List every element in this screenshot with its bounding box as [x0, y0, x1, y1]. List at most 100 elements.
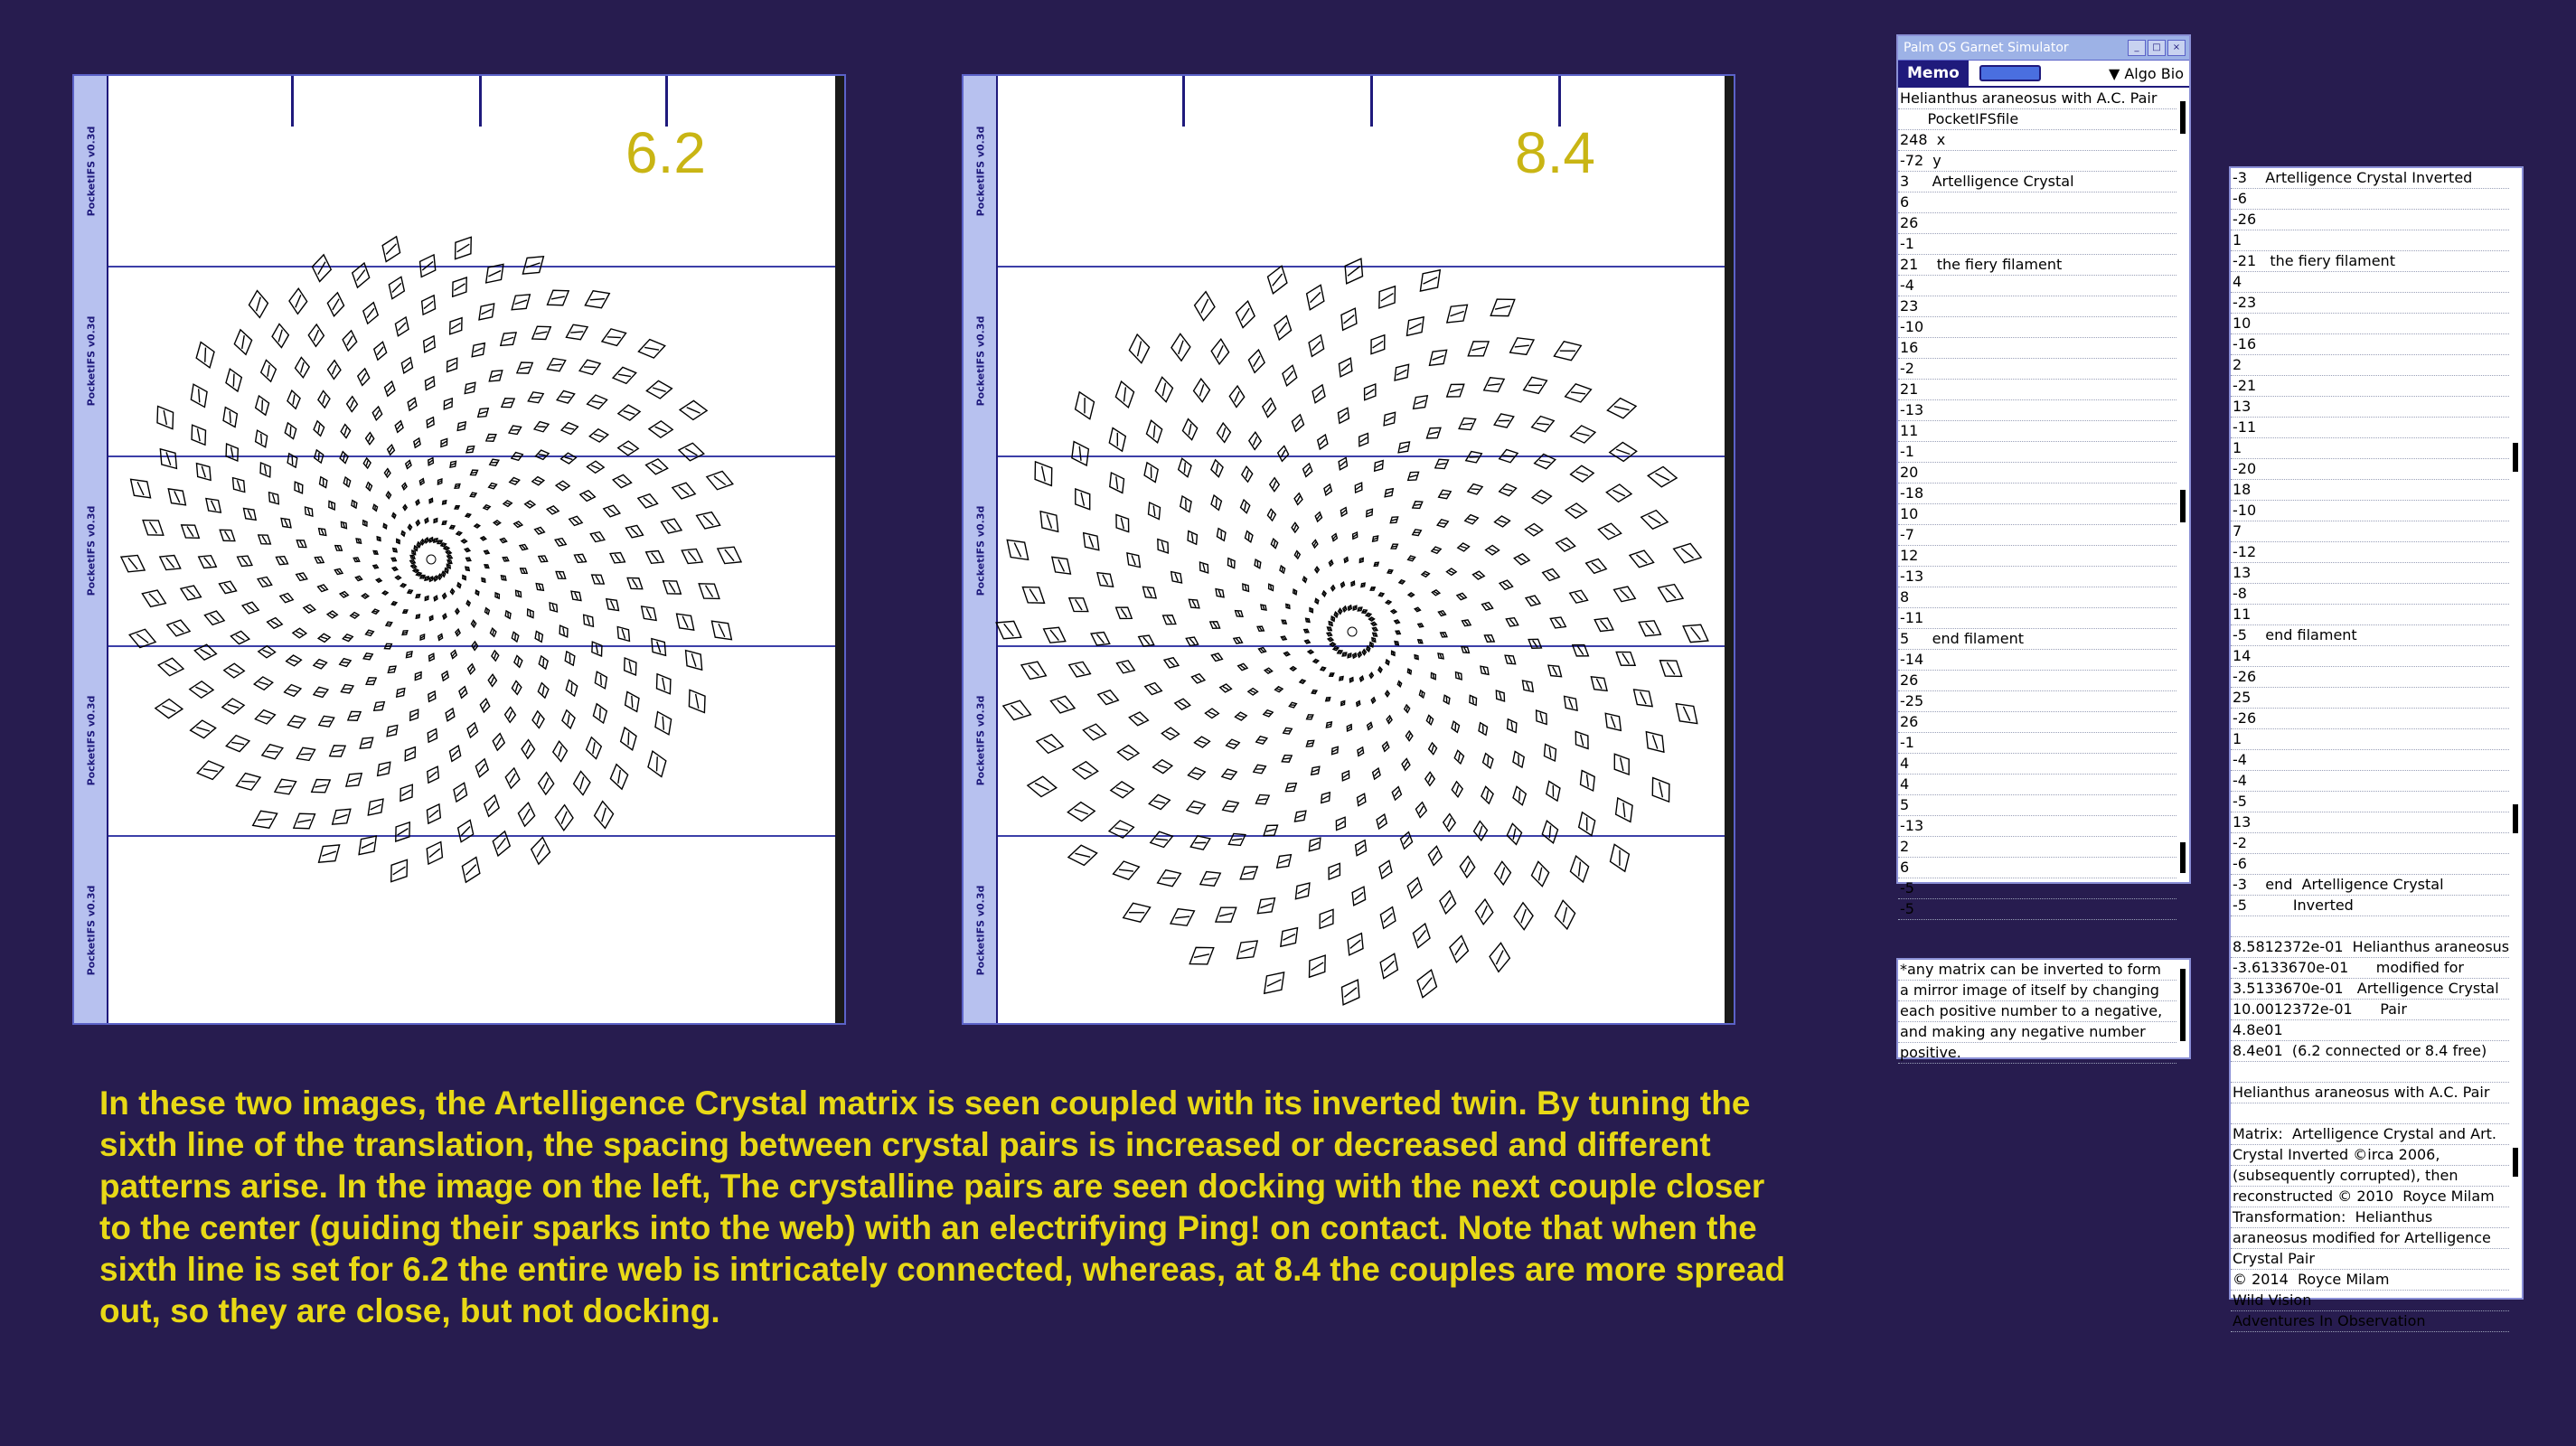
crystal-mark	[491, 649, 500, 662]
crystal-mark	[395, 538, 400, 545]
scroll-thumb[interactable]	[2180, 969, 2186, 1041]
crystal-mark	[437, 633, 444, 642]
crystal-mark	[441, 499, 447, 505]
crystal-mark	[428, 615, 434, 622]
crystal-mark	[401, 629, 409, 636]
crystal-mark	[1329, 642, 1337, 647]
memo-line: and making any negative number	[1898, 1022, 2176, 1043]
memo-line: 4	[2231, 272, 2509, 293]
crystal-mark	[1180, 494, 1192, 513]
note-lines[interactable]: *any matrix can be inverted to form a mir…	[1898, 960, 2176, 1064]
crystal-mark	[644, 458, 669, 475]
crystal-mark	[450, 649, 458, 660]
category-selector[interactable]: ▼ Algo Bio	[2109, 65, 2184, 82]
crystal-mark	[1137, 634, 1155, 647]
crystal-mark	[273, 778, 297, 795]
crystal-mark	[1281, 619, 1288, 624]
scroll-thumb[interactable]	[2180, 101, 2186, 134]
memo-line: -4	[2231, 771, 2509, 792]
scroll-thumb[interactable]	[2180, 842, 2186, 873]
scroll-thumb[interactable]	[2513, 1148, 2518, 1177]
memo-line: Transformation: Helianthus	[2231, 1207, 2509, 1228]
scroll-thumb[interactable]	[2180, 490, 2186, 522]
crystal-mark	[1390, 650, 1396, 657]
scrollbar[interactable]	[2178, 92, 2187, 878]
crystal-mark	[1293, 810, 1307, 822]
crystal-mark	[508, 476, 521, 486]
crystal-mark	[257, 534, 272, 545]
crystal-mark	[1437, 653, 1444, 660]
memo-line: Crystal Inverted ©irca 2006,	[2231, 1145, 2509, 1166]
crystal-mark	[1638, 620, 1662, 637]
scroll-thumb[interactable]	[2513, 804, 2518, 833]
crystal-mark	[394, 419, 404, 434]
crystal-mark	[221, 698, 246, 715]
crystal-mark	[225, 443, 240, 463]
crystal-mark	[1225, 738, 1241, 750]
memo-lines[interactable]: Helianthus araneosus with A.C. Pair Pock…	[1898, 89, 2176, 920]
crystal-mark	[616, 440, 640, 456]
memo-line: 5 end filament	[1898, 629, 2176, 650]
maximize-icon[interactable]: □	[2148, 40, 2166, 56]
crystal-mark	[1577, 811, 1596, 837]
crystal-mark	[1394, 640, 1400, 646]
scrollbar[interactable]	[2178, 963, 2187, 1054]
crystal-mark	[1371, 626, 1379, 632]
crystal-mark	[484, 606, 491, 615]
crystal-mark	[1521, 680, 1535, 693]
crystal-mark	[487, 482, 498, 490]
crystal-mark	[1210, 338, 1230, 366]
crystal-mark	[1288, 701, 1298, 709]
crystal-mark	[586, 394, 608, 410]
memo-line: -6	[2231, 854, 2509, 875]
crystal-mark	[222, 662, 246, 679]
crystal-mark	[1075, 487, 1091, 511]
crystal-mark	[1192, 377, 1211, 403]
crystal-mark	[1651, 776, 1670, 803]
scroll-edge[interactable]	[835, 76, 844, 1023]
crystal-mark	[564, 650, 576, 667]
crystal-mark	[594, 671, 608, 690]
crystal-mark	[325, 610, 339, 619]
minimize-icon[interactable]: _	[2128, 40, 2146, 56]
memo-lines[interactable]: -3 Artelligence Crystal Inverted -6 -26 1 -2…	[2231, 168, 2509, 1332]
crystal-mark	[445, 707, 456, 722]
scroll-thumb[interactable]	[2513, 443, 2518, 472]
crystal-mark	[340, 683, 355, 694]
crystal-mark	[456, 581, 462, 589]
crystal-mark	[1415, 801, 1428, 819]
memo-line: Matrix: Artelligence Crystal and Art.	[2231, 1124, 2509, 1145]
crystal-mark	[499, 332, 518, 347]
crystal-mark	[1282, 364, 1298, 388]
crystal-mark	[554, 803, 574, 832]
crystal-mark	[448, 744, 462, 763]
memo-line: 6	[1898, 192, 2176, 213]
memo-line: 8.5812372e-01 Helianthus araneosus	[2231, 937, 2509, 958]
crystal-mark	[401, 609, 409, 615]
crystal-mark	[716, 546, 743, 565]
crystal-mark	[1498, 448, 1519, 464]
crystal-mark	[260, 743, 285, 760]
crystal-mark	[287, 715, 307, 729]
crystal-mark	[280, 517, 292, 529]
crystal-mark	[1351, 652, 1358, 660]
scroll-edge[interactable]	[1725, 76, 1734, 1023]
crystal-mark	[275, 555, 289, 566]
crystal-mark	[351, 261, 371, 289]
close-icon[interactable]: ×	[2167, 40, 2186, 56]
crystal-mark	[1208, 621, 1221, 630]
crystal-mark	[471, 342, 486, 358]
scrollbar[interactable]	[2511, 172, 2520, 1296]
crystal-mark	[514, 589, 522, 598]
crystal-mark	[1338, 357, 1353, 378]
crystal-mark	[339, 450, 349, 465]
crystal-mark	[167, 488, 187, 506]
memo-tab[interactable]: Memo	[1898, 61, 1969, 86]
crystal-mark	[343, 475, 352, 488]
crystal-mark	[1439, 889, 1457, 915]
crystal-mark	[1451, 720, 1461, 734]
crystal-mark	[1480, 665, 1490, 676]
crystal-mark	[296, 746, 316, 762]
crystal-mark	[1149, 831, 1174, 849]
crystal-mark	[400, 582, 408, 588]
